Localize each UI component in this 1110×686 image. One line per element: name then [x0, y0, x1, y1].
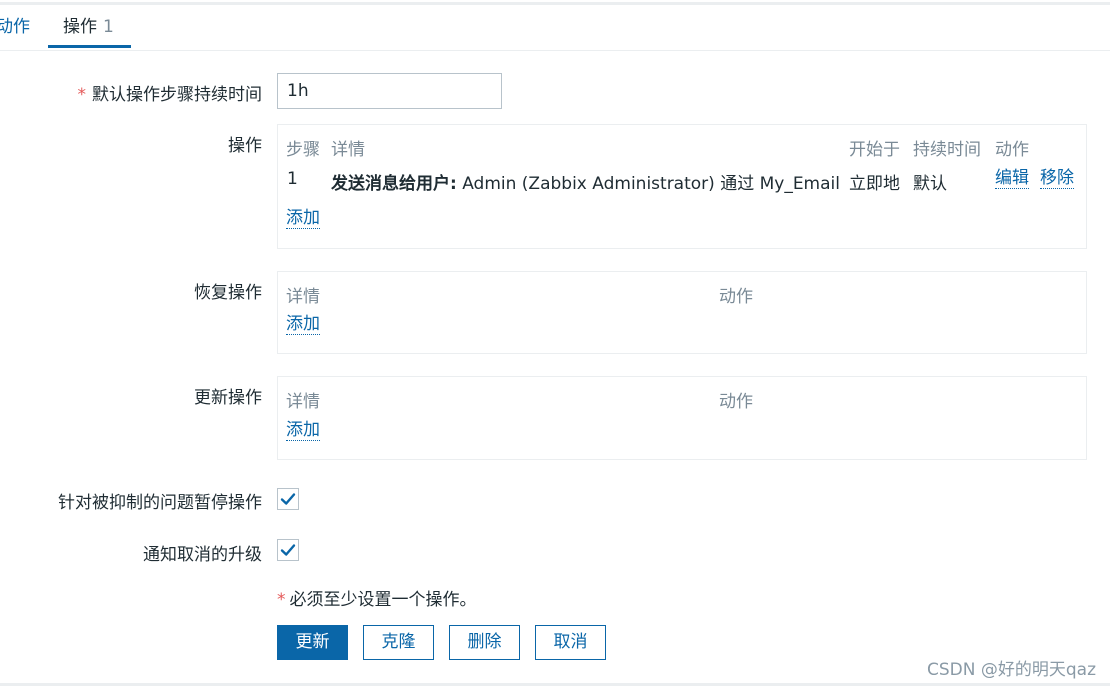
clone-button[interactable]: 克隆: [363, 625, 434, 660]
cancel-button[interactable]: 取消: [535, 625, 606, 660]
recovery-col-details: 详情: [286, 287, 320, 307]
operations-label: 操作: [228, 136, 262, 156]
required-mark: *: [77, 85, 87, 105]
pause-suppressed-label: 针对被抑制的问题暂停操作: [58, 493, 262, 513]
tab-action[interactable]: 动作: [0, 6, 30, 48]
tab-bar: 动作 操作 1: [0, 6, 1110, 51]
add-operation-link[interactable]: 添加: [286, 209, 320, 229]
row-step: 1: [287, 169, 298, 189]
checkmark-icon: [280, 544, 296, 556]
default-step-duration-text: 默认操作步骤持续时间: [92, 85, 262, 105]
col-steps: 步骤: [286, 140, 320, 160]
row-duration: 默认: [913, 174, 947, 194]
col-action: 动作: [995, 140, 1029, 160]
delete-button[interactable]: 删除: [449, 625, 520, 660]
default-step-duration-label: * 默认操作步骤持续时间: [78, 80, 263, 105]
top-border: [0, 2, 1110, 5]
update-operations-label: 更新操作: [194, 388, 262, 408]
edit-operation-link[interactable]: 编辑: [995, 169, 1029, 189]
row-details-text: Admin (Zabbix Administrator) 通过 My_Email: [456, 174, 840, 194]
requirement-note: * 必须至少设置一个操作。: [277, 585, 477, 610]
tab-operations[interactable]: 操作 1: [48, 6, 131, 48]
recovery-operations-table: 详情 动作 添加: [277, 271, 1087, 354]
recovery-operations-label: 恢复操作: [194, 283, 262, 303]
notify-cancelled-checkbox[interactable]: [277, 539, 299, 561]
note-mark: *: [277, 590, 286, 610]
add-recovery-operation-link[interactable]: 添加: [286, 315, 320, 335]
update-col-details: 详情: [286, 392, 320, 412]
row-details: 发送消息给用户: Admin (Zabbix Administrator) 通过…: [331, 169, 840, 194]
checkmark-icon: [280, 493, 296, 505]
col-duration: 持续时间: [913, 140, 981, 160]
col-details: 详情: [331, 140, 365, 160]
row-details-type: 发送消息给用户:: [331, 174, 457, 194]
col-start-in: 开始于: [849, 140, 900, 160]
watermark: CSDN @好的明天qaz: [926, 660, 1096, 680]
remove-operation-link[interactable]: 移除: [1040, 169, 1074, 189]
tab-operations-label: 操作: [63, 17, 97, 37]
tab-operations-count: 1: [103, 17, 114, 37]
update-operations-table: 详情 动作 添加: [277, 376, 1087, 460]
pause-suppressed-checkbox[interactable]: [277, 488, 299, 510]
recovery-col-action: 动作: [719, 287, 753, 307]
update-button[interactable]: 更新: [277, 625, 348, 660]
note-text: 必须至少设置一个操作。: [289, 590, 477, 610]
default-step-duration-input[interactable]: [277, 73, 502, 109]
update-col-action: 动作: [719, 392, 753, 412]
add-update-operation-link[interactable]: 添加: [286, 421, 320, 441]
operations-table: 步骤 详情 开始于 持续时间 动作 1 发送消息给用户: Admin (Zabb…: [277, 124, 1087, 249]
notify-cancelled-label: 通知取消的升级: [143, 545, 262, 565]
row-start-in: 立即地: [849, 174, 900, 194]
